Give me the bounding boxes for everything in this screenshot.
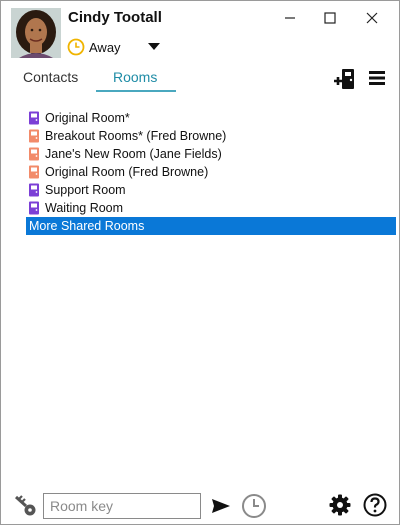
send-icon[interactable] xyxy=(211,496,231,516)
room-list-item[interactable]: Original Room* xyxy=(26,109,396,127)
room-name: Support Room xyxy=(45,183,126,197)
app-window: Cindy Tootall Away Contacts Rooms Origin… xyxy=(0,0,400,525)
settings-gear-icon[interactable] xyxy=(329,494,351,516)
close-icon[interactable] xyxy=(358,7,386,29)
room-door-icon xyxy=(29,201,39,215)
user-avatar-icon xyxy=(11,8,61,58)
tab-rooms[interactable]: Rooms xyxy=(113,69,157,85)
hamburger-menu-icon[interactable] xyxy=(368,69,386,87)
status-dropdown-icon[interactable] xyxy=(147,41,161,51)
room-name: Original Room (Fred Browne) xyxy=(45,165,209,179)
key-icon xyxy=(14,495,36,516)
maximize-icon[interactable] xyxy=(316,7,344,29)
room-name: Breakout Rooms* (Fred Browne) xyxy=(45,129,227,143)
more-shared-rooms-item[interactable]: More Shared Rooms xyxy=(26,217,396,235)
help-icon[interactable] xyxy=(363,493,387,517)
room-name: Original Room* xyxy=(45,111,130,125)
room-list-item[interactable]: Breakout Rooms* (Fred Browne) xyxy=(26,127,396,145)
add-room-icon[interactable] xyxy=(333,67,357,91)
room-door-icon xyxy=(29,129,39,143)
room-door-icon xyxy=(29,165,39,179)
tab-contacts[interactable]: Contacts xyxy=(23,69,78,85)
user-name: Cindy Tootall xyxy=(68,9,162,26)
status-label: Away xyxy=(89,39,121,55)
active-tab-indicator xyxy=(96,90,176,92)
avatar[interactable] xyxy=(11,8,61,58)
room-list-item[interactable]: Waiting Room xyxy=(26,199,396,217)
room-door-icon xyxy=(29,183,39,197)
room-key-input[interactable] xyxy=(43,493,201,519)
away-clock-icon xyxy=(67,38,85,56)
room-door-icon xyxy=(29,111,39,125)
room-name: Waiting Room xyxy=(45,201,124,215)
room-name: Jane's New Room (Jane Fields) xyxy=(45,147,222,161)
room-list-item[interactable]: Original Room (Fred Browne) xyxy=(26,163,396,181)
room-list-item[interactable]: Jane's New Room (Jane Fields) xyxy=(26,145,396,163)
history-clock-icon[interactable] xyxy=(241,493,267,519)
status-row[interactable]: Away xyxy=(67,37,121,57)
minimize-icon[interactable] xyxy=(276,7,304,29)
room-list-item[interactable]: Support Room xyxy=(26,181,396,199)
room-list: Original Room* Breakout Rooms* (Fred Bro… xyxy=(26,109,396,235)
room-door-icon xyxy=(29,147,39,161)
